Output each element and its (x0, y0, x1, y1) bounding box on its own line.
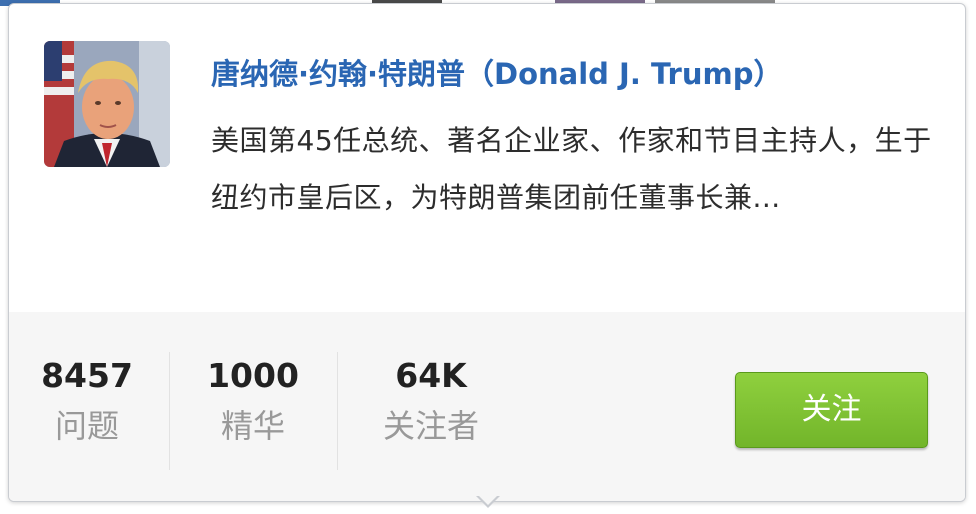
stat-value: 8457 (41, 356, 133, 395)
stat-divider (337, 352, 338, 470)
profile-name-link[interactable]: 唐纳德·约翰·特朗普（Donald J. Trump） (211, 51, 782, 93)
stat-value: 64K (395, 356, 467, 395)
stat-followers[interactable]: 64K 关注者 (364, 352, 498, 452)
profile-bio: 美国第45任总统、著名企业家、作家和节目主持人，生于纽约市皇后区，为特朗普集团前… (211, 124, 932, 214)
avatar-image (44, 41, 170, 167)
stat-divider (169, 352, 170, 470)
stat-questions[interactable]: 8457 问题 (31, 352, 143, 452)
follow-button[interactable]: 关注 (735, 372, 928, 448)
stat-featured[interactable]: 1000 精华 (197, 352, 309, 452)
stat-label: 精华 (220, 407, 285, 445)
stat-label: 问题 (54, 407, 119, 445)
avatar[interactable] (44, 41, 170, 167)
profile-hover-card: 唐纳德·约翰·特朗普（Donald J. Trump） 美国第45任总统、著名企… (8, 3, 966, 502)
popover-arrow-fill (478, 495, 498, 505)
stat-label: 关注者 (382, 407, 479, 445)
stats-bar: 8457 问题 1000 精华 64K 关注者 关注 (9, 312, 965, 501)
stat-value: 1000 (207, 356, 299, 395)
